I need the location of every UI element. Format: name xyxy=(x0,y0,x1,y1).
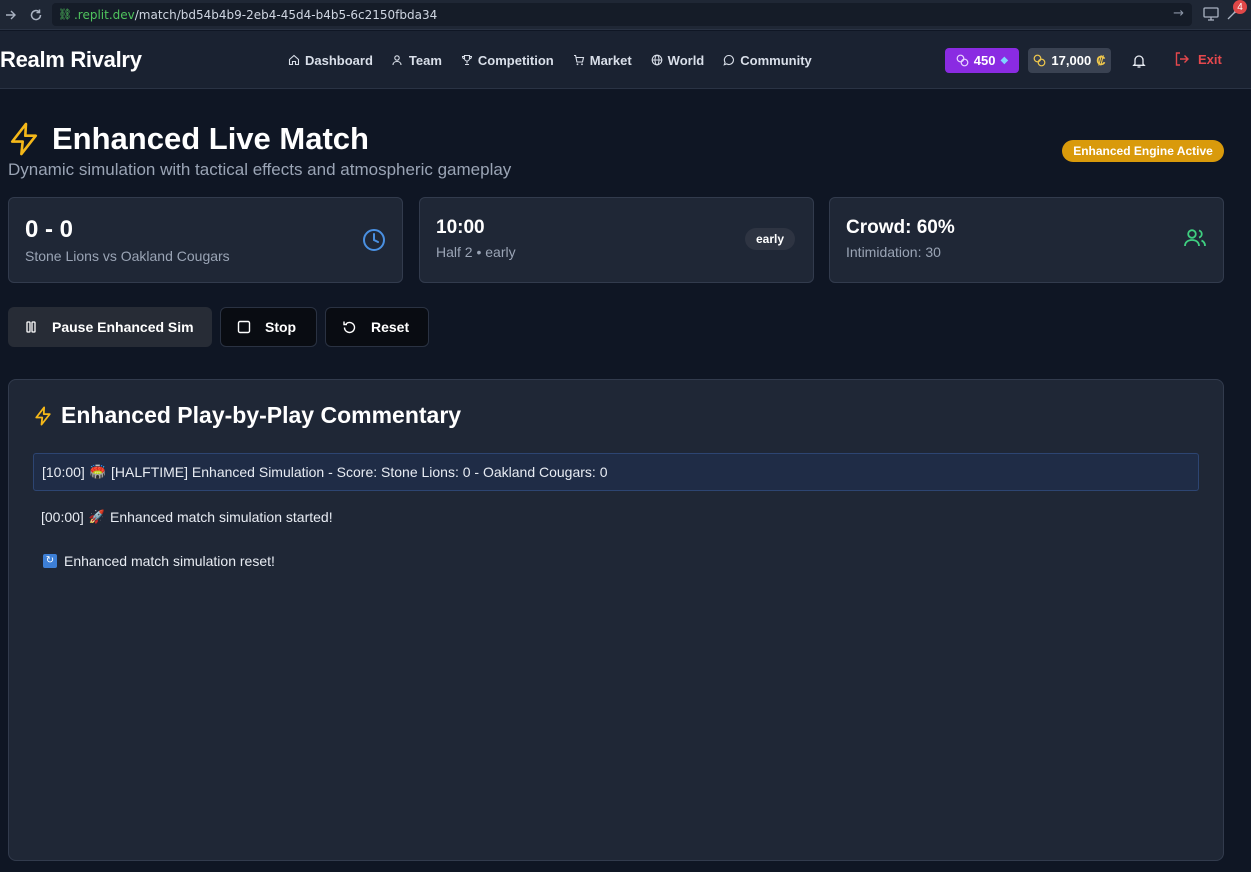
match-clock: 10:00 xyxy=(436,217,485,238)
nav-community[interactable]: Community xyxy=(723,53,812,68)
nav-label: Community xyxy=(740,52,812,68)
main-nav: Dashboard Team Competition Market World … xyxy=(288,31,812,89)
commentary-entry: [00:00] 🚀 Enhanced match simulation star… xyxy=(33,506,1199,528)
gem-icon: ◆ xyxy=(1000,55,1009,66)
nav-label: Dashboard xyxy=(305,52,373,68)
page-title: Enhanced Live Match xyxy=(52,121,369,156)
entry-time: [00:00] xyxy=(41,509,84,525)
entry-time: [10:00] xyxy=(42,464,85,480)
trophy-icon xyxy=(461,54,472,66)
url-domain: .replit.dev xyxy=(73,7,135,22)
intimidation-text: Intimidation: 30 xyxy=(846,244,941,260)
commentary-heading: Enhanced Play-by-Play Commentary xyxy=(34,402,461,429)
reset-label: Reset xyxy=(371,319,410,335)
nav-world[interactable]: World xyxy=(651,52,705,68)
entry-text: Enhanced match simulation reset! xyxy=(64,553,275,569)
coin-symbol: ₡ xyxy=(1096,53,1106,68)
score-value: 0 - 0 xyxy=(25,216,74,243)
url-path: /match/bd54b4b9-2eb4-45d4-b4b5-6c2150fbd… xyxy=(134,7,438,22)
nav-label: Team xyxy=(408,52,442,68)
nav-label: Market xyxy=(589,52,632,68)
address-bar[interactable]: ⛓ .replit.dev /match/bd54b4b9-2eb4-45d4-… xyxy=(52,3,1192,26)
coins-amount: 17,000 xyxy=(1051,53,1092,68)
logout-icon xyxy=(1175,52,1189,66)
link-icon: ⛓ xyxy=(58,8,72,21)
phase-badge: early xyxy=(745,228,795,250)
pause-sim-button[interactable]: Pause Enhanced Sim xyxy=(8,307,212,347)
nav-team[interactable]: Team xyxy=(392,53,442,68)
browser-toolbar: ⛓ .replit.dev /match/bd54b4b9-2eb4-45d4-… xyxy=(0,0,1251,30)
crowd-value: Crowd: 60% xyxy=(846,217,955,238)
gems-amount: 450 xyxy=(973,53,996,68)
chat-icon xyxy=(723,54,735,66)
half-info: Half 2 • early xyxy=(436,244,516,260)
app-logo[interactable]: Realm Rivalry xyxy=(0,47,142,73)
globe-icon xyxy=(651,54,663,66)
exit-label: Exit xyxy=(1198,51,1222,67)
go-arrow-icon[interactable]: → xyxy=(1173,6,1184,21)
stop-icon xyxy=(237,320,251,334)
rocket-icon: 🚀 xyxy=(88,509,106,524)
entry-text: Enhanced match simulation started! xyxy=(110,509,333,525)
clock-icon xyxy=(363,229,385,251)
users-icon xyxy=(1184,229,1206,247)
currency-icon xyxy=(956,54,969,67)
screen-icon[interactable] xyxy=(1203,6,1219,24)
notification-count-badge: 4 xyxy=(1233,0,1247,14)
bell-icon[interactable] xyxy=(1131,53,1147,69)
time-card: 10:00 Half 2 • early early xyxy=(419,197,814,283)
cart-icon xyxy=(573,54,584,66)
reload-icon[interactable] xyxy=(25,4,47,26)
users-icon xyxy=(392,55,402,66)
reset-icon xyxy=(343,321,356,333)
currency-icon xyxy=(1034,54,1046,67)
commentary-entry: [10:00] 🏟️ [HALFTIME] Enhanced Simulatio… xyxy=(33,453,1199,491)
app-header: Realm Rivalry Dashboard Team Competition… xyxy=(0,31,1251,89)
crowd-card: Crowd: 60% Intimidation: 30 xyxy=(829,197,1224,283)
refresh-icon: ↻ xyxy=(43,554,57,568)
forward-arrow-icon[interactable] xyxy=(0,4,22,26)
gems-balance[interactable]: 450 ◆ xyxy=(945,48,1019,73)
exit-button[interactable]: Exit xyxy=(1174,51,1222,67)
nav-competition[interactable]: Competition xyxy=(461,53,554,68)
lightning-icon xyxy=(10,122,38,156)
page-subtitle: Dynamic simulation with tactical effects… xyxy=(8,160,512,179)
entry-text: [HALFTIME] Enhanced Simulation - Score: … xyxy=(111,464,608,480)
reset-button[interactable]: Reset xyxy=(325,307,429,347)
stadium-icon: 🏟️ xyxy=(89,464,107,479)
matchup-text: Stone Lions vs Oakland Cougars xyxy=(25,248,230,264)
pause-icon xyxy=(26,321,36,333)
score-card: 0 - 0 Stone Lions vs Oakland Cougars xyxy=(8,197,403,283)
nav-market[interactable]: Market xyxy=(573,53,632,68)
pause-label: Pause Enhanced Sim xyxy=(52,319,194,335)
commentary-panel: Enhanced Play-by-Play Commentary [10:00]… xyxy=(8,379,1224,861)
engine-status-badge: Enhanced Engine Active xyxy=(1062,140,1224,162)
commentary-title: Enhanced Play-by-Play Commentary xyxy=(61,402,462,428)
nav-dashboard[interactable]: Dashboard xyxy=(288,53,373,68)
home-icon xyxy=(288,54,300,66)
coins-balance[interactable]: 17,000 ₡ xyxy=(1028,48,1111,73)
stop-button[interactable]: Stop xyxy=(220,307,317,347)
commentary-entry: ↻ Enhanced match simulation reset! xyxy=(33,550,1199,572)
lightning-icon xyxy=(35,405,51,426)
nav-label: World xyxy=(667,52,705,68)
stop-label: Stop xyxy=(265,319,297,335)
page-heading: Enhanced Live Match xyxy=(8,121,369,157)
nav-label: Competition xyxy=(477,52,554,68)
